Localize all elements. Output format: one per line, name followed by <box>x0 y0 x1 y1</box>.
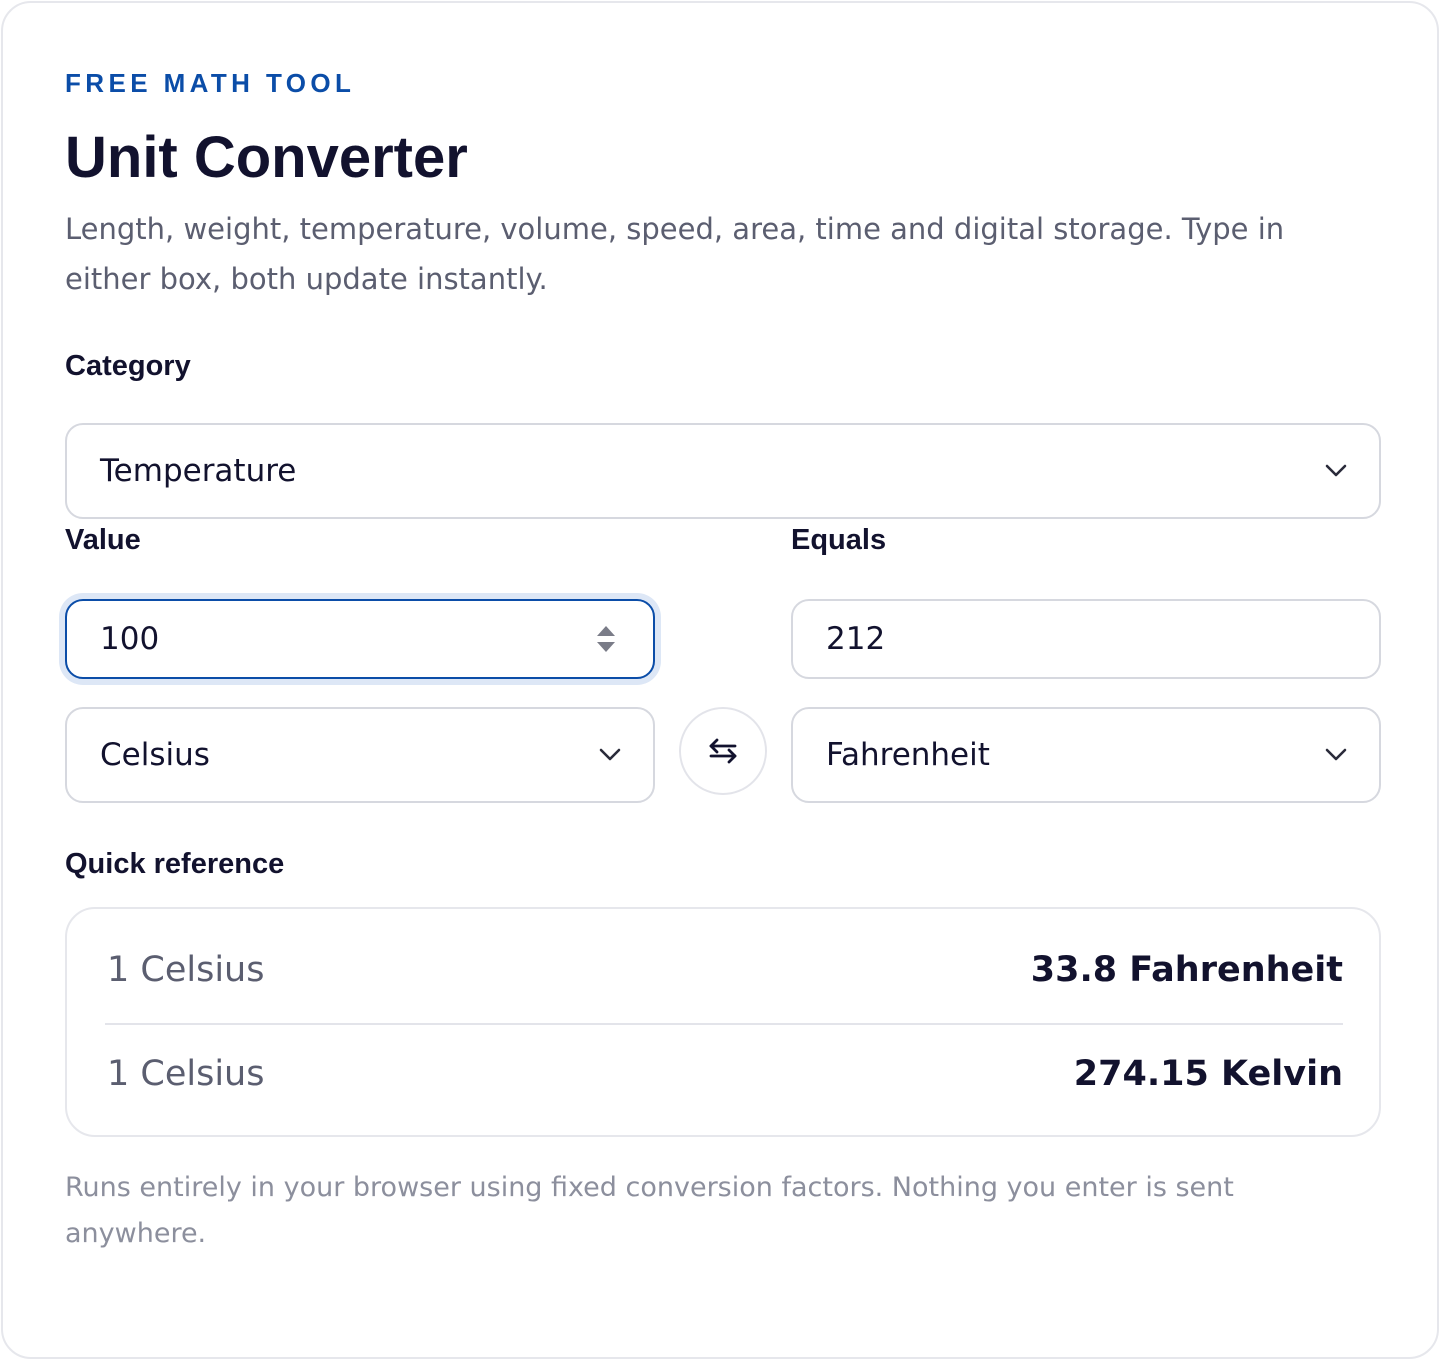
swap-arrows-icon <box>709 738 737 764</box>
chevron-down-icon <box>1325 464 1347 477</box>
swap-units-button[interactable] <box>679 707 767 795</box>
reference-to: 33.8 Fahrenheit <box>1030 950 1343 990</box>
page-description: Length, weight, temperature, volume, spe… <box>65 212 1285 296</box>
result-input-text: 212 <box>826 621 886 657</box>
to-unit-value: Fahrenheit <box>826 737 990 773</box>
from-unit-value: Celsius <box>100 737 210 773</box>
category-label: Category <box>65 350 191 382</box>
converter-card: FREE MATH TOOL Unit Converter Length, we… <box>1 1 1439 1359</box>
chevron-down-icon <box>1325 748 1347 761</box>
category-selected-value: Temperature <box>100 453 297 489</box>
value-input[interactable]: 100 <box>65 599 655 679</box>
privacy-note: Runs entirely in your browser using fixe… <box>65 1172 1234 1249</box>
eyebrow-label: FREE MATH TOOL <box>65 68 356 98</box>
value-input-text: 100 <box>100 621 160 657</box>
list-item: 1 Celsius 33.8 Fahrenheit <box>107 919 1343 1021</box>
reference-from: 1 Celsius <box>107 950 265 990</box>
list-item: 1 Celsius 274.15 Kelvin <box>107 1023 1343 1125</box>
chevron-down-icon <box>599 748 621 761</box>
quick-reference-list: 1 Celsius 33.8 Fahrenheit 1 Celsius 274.… <box>65 907 1381 1137</box>
category-select[interactable]: Temperature <box>65 423 1381 519</box>
reference-to: 274.15 Kelvin <box>1073 1054 1343 1094</box>
page-title: Unit Converter <box>65 125 468 190</box>
quick-reference-label: Quick reference <box>65 848 285 880</box>
value-label: Value <box>65 524 141 556</box>
number-stepper-icon[interactable] <box>595 624 617 654</box>
from-unit-select[interactable]: Celsius <box>65 707 655 803</box>
to-unit-select[interactable]: Fahrenheit <box>791 707 1381 803</box>
equals-label: Equals <box>791 524 887 556</box>
result-input[interactable]: 212 <box>791 599 1381 679</box>
reference-from: 1 Celsius <box>107 1054 265 1094</box>
